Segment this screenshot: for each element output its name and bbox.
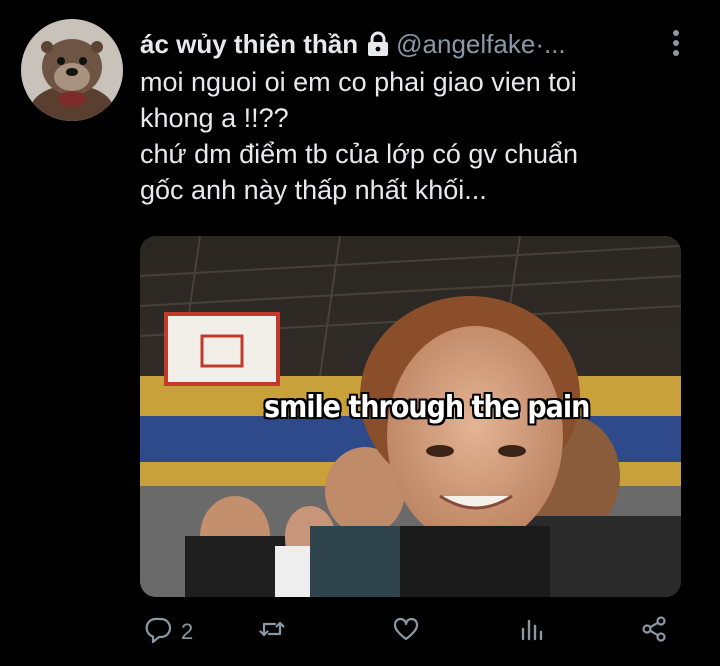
retweet-button[interactable]	[258, 612, 286, 652]
avatar[interactable]	[21, 19, 123, 121]
views-button[interactable]	[518, 612, 546, 652]
tweet: ác wủy thiên thần @angelfake ·... moi ng…	[0, 0, 720, 666]
heart-icon	[392, 615, 420, 649]
tweet-header: ác wủy thiên thần @angelfake ·...	[140, 24, 670, 64]
tweet-text-line: chứ dm điểm tb của lớp có gv chuẩn	[140, 139, 578, 169]
reply-count: 2	[181, 619, 194, 644]
lock-icon	[366, 31, 390, 57]
display-name[interactable]: ác wủy thiên thần	[140, 29, 358, 60]
handle[interactable]: @angelfake	[396, 29, 535, 60]
tweet-text-line: khong a !!??	[140, 103, 289, 133]
tweet-media[interactable]: smile through the pain	[140, 236, 681, 597]
tweet-text: moi nguoi oi em co phai giao vien toi kh…	[140, 64, 680, 208]
tweet-text-line: moi nguoi oi em co phai giao vien toi	[140, 67, 577, 97]
share-icon	[640, 615, 668, 649]
tweet-actions: 2	[0, 612, 720, 652]
reply-button[interactable]: 2	[145, 612, 193, 652]
reply-icon	[145, 615, 173, 649]
bar-chart-icon	[518, 615, 546, 649]
like-button[interactable]	[392, 612, 420, 652]
retweet-icon	[258, 615, 286, 649]
share-button[interactable]	[640, 612, 668, 652]
media-caption: smile through the pain	[264, 390, 590, 425]
tweet-text-line: gốc anh này thấp nhất khối...	[140, 175, 487, 205]
timestamp-separator: ·...	[535, 28, 566, 59]
more-vertical-icon[interactable]	[669, 28, 683, 58]
